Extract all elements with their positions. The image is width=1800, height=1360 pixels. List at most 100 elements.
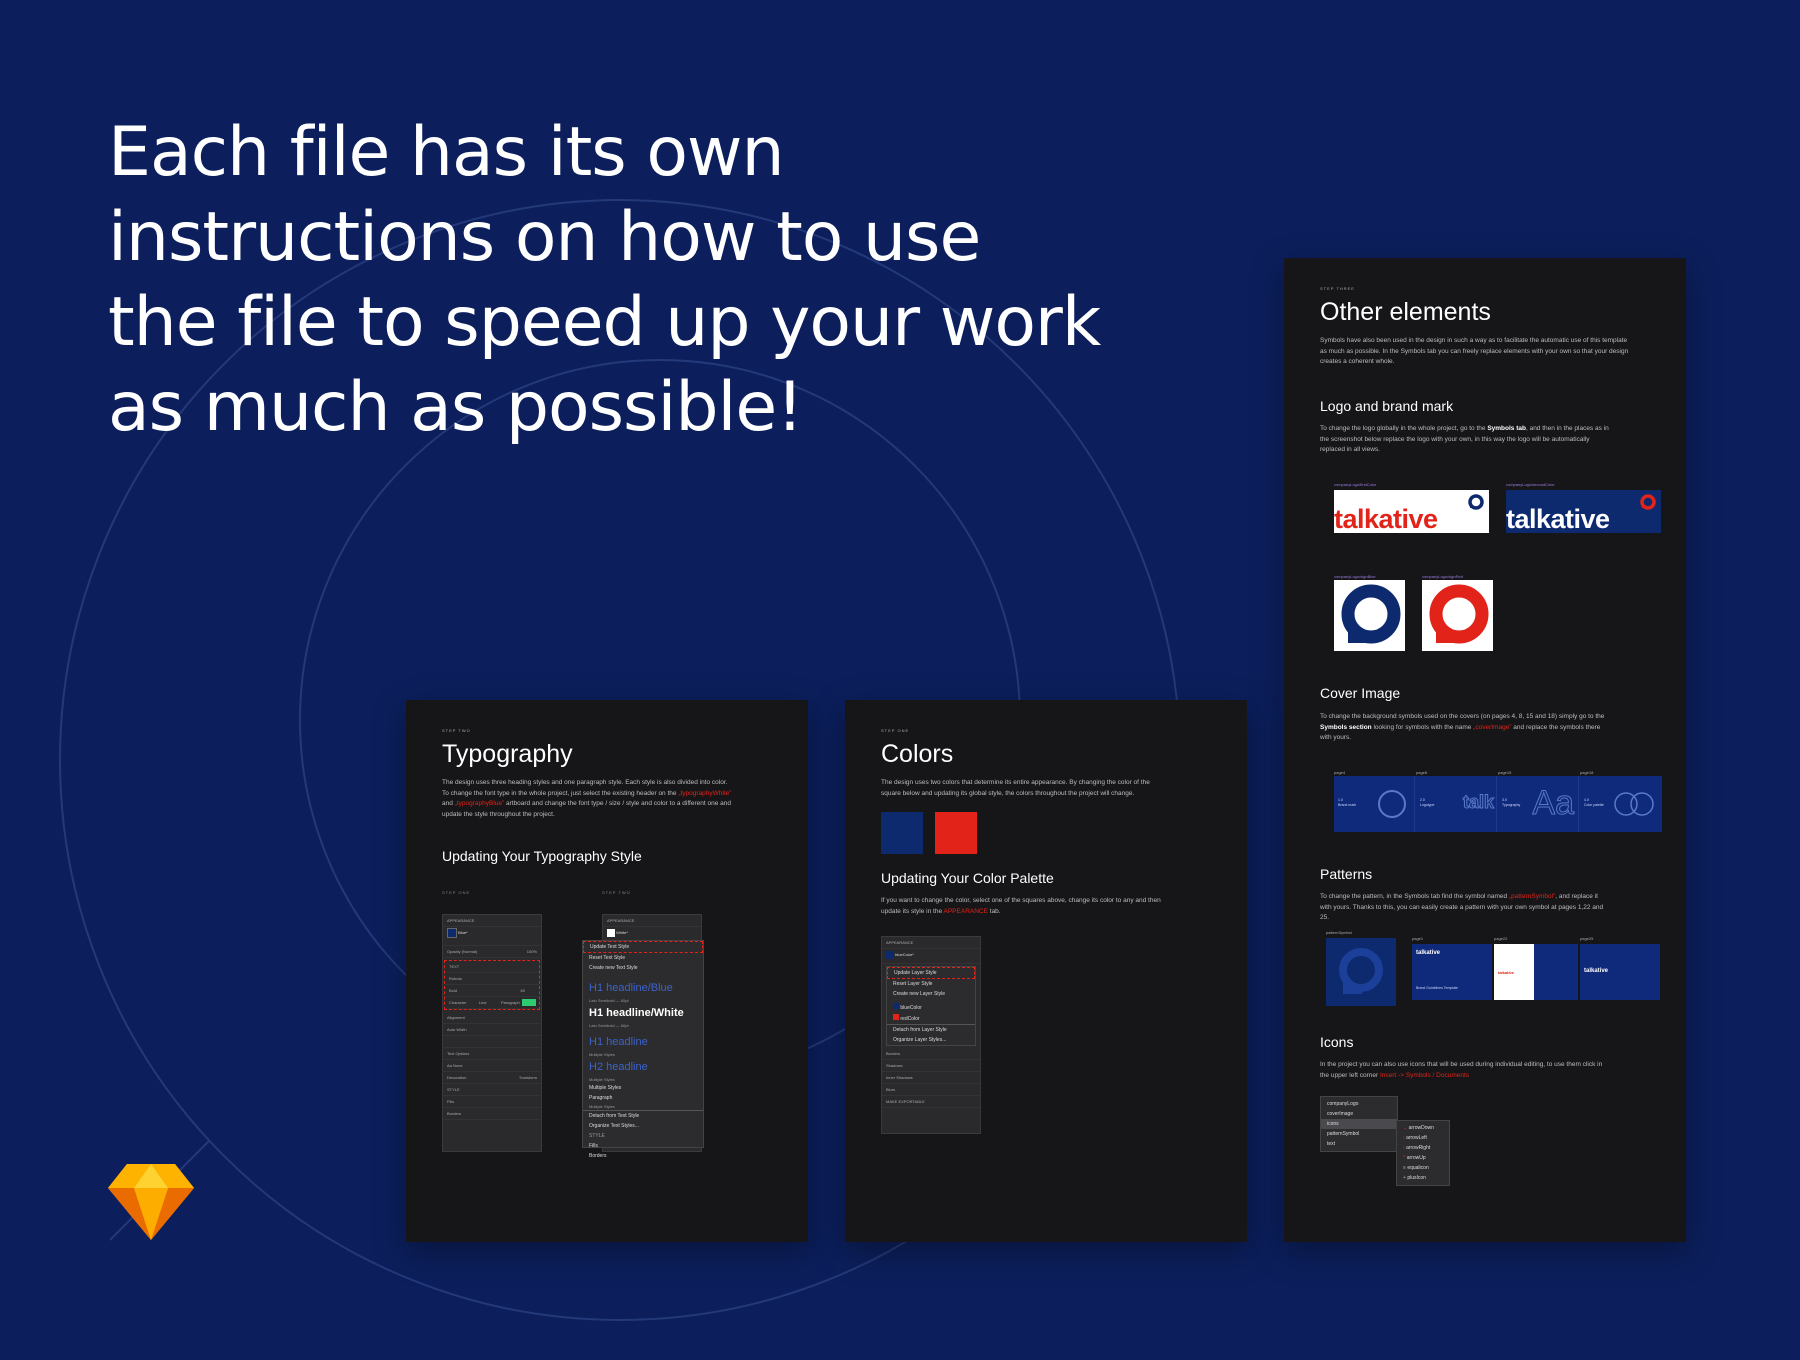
logo-white-card: talkative	[1334, 490, 1489, 533]
panel-title: Colors	[881, 740, 954, 768]
step-label: STEP TWO	[602, 890, 631, 895]
bold-text: Symbols tab	[1487, 425, 1526, 432]
logo-blue-card: talkative	[1506, 490, 1661, 533]
style-item-paragraph[interactable]: Paragraph	[583, 1093, 703, 1103]
talkative-outline: talk	[1462, 792, 1494, 813]
opacity-value: 100%	[526, 949, 537, 954]
arrow-left-icon: ‹	[1403, 1135, 1405, 1141]
highlight-text: „typographyBlue”	[454, 800, 505, 807]
highlight-text: Insert -> Symbols / Documents	[1379, 1071, 1470, 1079]
cover-thumbnail: 3.0 Typography Aa	[1498, 776, 1579, 832]
inspector-row: Opacity (Normal) 100%	[443, 946, 541, 958]
opacity-label: Opacity (Normal)	[447, 949, 478, 954]
color-swatch	[522, 999, 536, 1006]
submenu-item-equal[interactable]: ≡ equalicon	[1397, 1163, 1449, 1173]
colors-panel: STEP ONE Colors The design uses two colo…	[845, 700, 1247, 1242]
style-item-multiple[interactable]: Multiple Styles	[583, 1083, 703, 1093]
detach-style-item[interactable]: Detach from Text Style	[583, 1110, 703, 1121]
page-caption: page8	[1416, 770, 1428, 775]
submenu-item-plus[interactable]: + plusIcon	[1397, 1173, 1449, 1183]
inspector-row: Roboto	[445, 973, 539, 985]
style-item-label: redColor	[900, 1016, 920, 1022]
style-item-label: blueColor	[900, 1005, 922, 1011]
inspector-row: Auto Width	[443, 1024, 541, 1036]
style-item-h1[interactable]: H1 headline	[583, 1033, 703, 1051]
cover-thumbnail: 4.0 Color palette	[1580, 776, 1660, 832]
inspector-screenshot-left: APPEARANCE Blue* Opacity (Normal) 100% T…	[442, 914, 542, 1152]
body-text: To change the logo globally in the whole…	[1320, 425, 1488, 432]
inspector-row: Aa None	[443, 1060, 541, 1072]
menu-item-company-logo[interactable]: companyLogo	[1321, 1099, 1397, 1109]
inspector-row: Fills	[443, 1096, 541, 1108]
submenu-item-arrow-right[interactable]: ‹ arrowRight	[1397, 1143, 1449, 1153]
body-text: and	[442, 800, 455, 807]
inspector-row: APPEARANCE	[882, 937, 980, 949]
create-style-item[interactable]: Create new Text Style	[583, 963, 703, 973]
style-item-h1-white[interactable]: H1 headline/White	[583, 1004, 703, 1022]
create-style-item[interactable]: Create new Layer Style	[887, 989, 975, 999]
reset-style-item[interactable]: Reset Text Style	[583, 953, 703, 963]
talkative-wordmark: talkative	[1416, 950, 1441, 956]
inspector-row: Borders	[443, 1108, 541, 1120]
text-section-highlight: TEXT Roboto Bold 60 Character Line Parag…	[444, 960, 540, 1010]
submenu-item-arrow-down[interactable]: ⌄ arrowDown	[1397, 1123, 1449, 1133]
equal-icon: ≡	[1403, 1165, 1406, 1171]
red-color-swatch[interactable]	[935, 812, 977, 854]
detach-style-item[interactable]: Detach from Layer Style	[887, 1024, 975, 1035]
blue-color-swatch[interactable]	[881, 812, 923, 854]
style-name: blueColor*	[895, 952, 914, 957]
style-item-h1-blue[interactable]: H1 headline/Blue	[583, 979, 703, 997]
borders-item: Borders	[589, 1153, 607, 1159]
submenu-label: arrowLeft	[1406, 1135, 1427, 1141]
style-label: STYLE	[589, 1133, 605, 1139]
menu-item-pattern-symbol[interactable]: patternSymbol	[1321, 1129, 1397, 1139]
style-item-sub: Multiple Styles	[589, 1077, 615, 1082]
typography-panel: STEP TWO Typography The design uses thre…	[406, 700, 808, 1242]
inspector-row: Alignment	[443, 1012, 541, 1024]
color-circles-icon	[1614, 792, 1654, 816]
update-style-item[interactable]: Update Layer Style	[887, 967, 975, 979]
plus-icon: +	[1403, 1175, 1406, 1181]
style-item-h2[interactable]: H2 headline	[583, 1058, 703, 1076]
organize-styles-item[interactable]: Organize Layer Styles...	[887, 1035, 975, 1045]
body-text: To change the background symbols used on…	[1320, 713, 1605, 720]
style-item-blue[interactable]: blueColor	[887, 1002, 975, 1013]
eyebrow: STEP THREE	[1320, 286, 1355, 291]
symbol-caption: companyLogo/signBlue	[1334, 574, 1376, 579]
style-name: White*	[616, 930, 628, 935]
cover-description: To change the background symbols used on…	[1320, 712, 1610, 744]
submenu-label: arrowUp	[1406, 1155, 1426, 1161]
panel-description: The design uses two colors that determin…	[881, 779, 1150, 797]
submenu-item-arrow-left[interactable]: ‹ arrowLeft	[1397, 1133, 1449, 1143]
inspector-row: Inner Shadows	[882, 1072, 980, 1084]
menu-item-cover-image[interactable]: coverImage	[1321, 1109, 1397, 1119]
update-style-item[interactable]: Update Text Style	[583, 941, 703, 953]
menu-item-icons[interactable]: icons	[1321, 1119, 1397, 1129]
cover-label: 2.0 Logotype	[1420, 798, 1435, 807]
panel-description: If you want to change the color, select …	[881, 896, 1171, 917]
inspector-row: MAKE EXPORTABLE	[882, 1096, 980, 1108]
body-text: looking for symbols with the name	[1371, 723, 1474, 731]
highlight-text: „patternSymbol”	[1508, 893, 1556, 900]
inspector-row: STYLE	[443, 1084, 541, 1096]
typography-outline: Aa	[1532, 784, 1575, 823]
bold-text: Symbols section	[1320, 723, 1372, 731]
style-item-red[interactable]: redColor	[887, 1013, 975, 1024]
highlight-text: „typographyWhite”	[678, 789, 732, 797]
logo-description: To change the logo globally in the whole…	[1320, 424, 1610, 456]
reset-style-item[interactable]: Reset Layer Style	[887, 979, 975, 989]
talkative-wordmark: talkative	[1498, 970, 1515, 975]
organize-styles-item[interactable]: Organize Text Styles...	[583, 1121, 703, 1131]
panel-title: Typography	[442, 740, 573, 768]
inspector-row: Shadows	[882, 1060, 980, 1072]
menu-item-text[interactable]: text	[1321, 1139, 1397, 1149]
text-style-menu: Update Text Style Reset Text Style Creat…	[582, 940, 704, 1159]
section-title-cover: Cover Image	[1320, 685, 1401, 701]
fills-item: Fills	[589, 1143, 598, 1149]
body-text: If you want to change the color, select …	[881, 897, 1161, 915]
section-title-logo: Logo and brand mark	[1320, 398, 1454, 414]
style-name: Blue*	[458, 930, 468, 935]
style-item-sub: Lato Semibold — 60pt	[589, 998, 629, 1003]
submenu-item-arrow-up[interactable]: ^ arrowUp	[1397, 1153, 1449, 1163]
style-item-sub: Lato Semibold — 60pt	[589, 1023, 629, 1028]
